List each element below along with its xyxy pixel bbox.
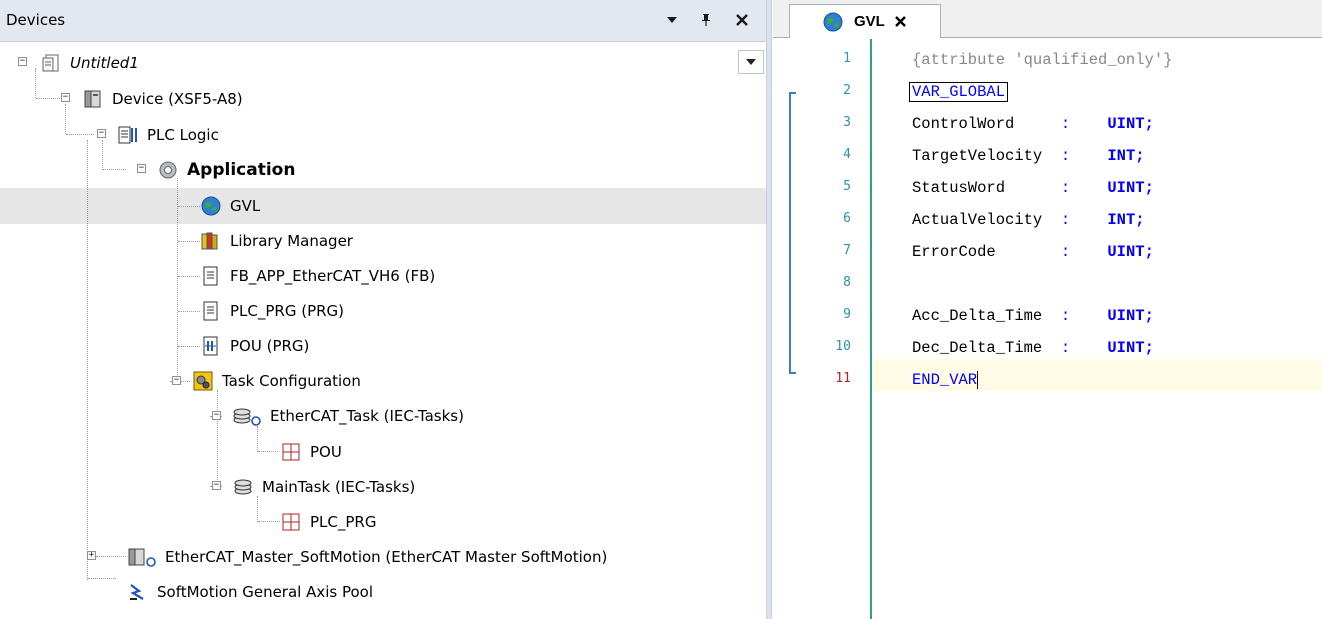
tree-node-plc-prg[interactable]: PLC_PRG (PRG) [200, 296, 344, 326]
tab-gvl[interactable]: GVL [789, 4, 941, 38]
code-editor[interactable]: {attribute 'qualified_only'} VAR_GLOBAL … [873, 39, 1322, 619]
panel-dropdown-button[interactable] [660, 8, 684, 32]
line-number: 1 [843, 51, 851, 66]
collapse-toggle-untitled[interactable]: − [18, 57, 27, 66]
expand-toggle-ethercat-master[interactable]: + [87, 551, 96, 560]
collapse-toggle-plc-logic[interactable]: − [97, 129, 106, 138]
device-icon [84, 90, 101, 108]
collapse-toggle-application[interactable]: − [137, 164, 146, 173]
line-number: 4 [843, 147, 851, 162]
line-number: 9 [843, 307, 851, 322]
editor-tab-strip: GVL [773, 0, 1322, 38]
pin-icon [702, 14, 710, 26]
code-line-10: Dec_Delta_Time : UINT; [912, 339, 1154, 357]
library-icon [201, 232, 218, 250]
editor-panel: GVL 1 2 3 4 5 6 7 8 9 10 11 {attribute '… [773, 0, 1322, 619]
tree-node-ethercat-task-pou[interactable]: POU [280, 437, 342, 467]
line-number: 10 [835, 339, 851, 354]
globe-icon [823, 12, 843, 31]
code-line-2: VAR_GLOBAL [909, 76, 1009, 108]
code-line-6: ActualVelocity : INT; [912, 211, 1145, 229]
panel-splitter[interactable] [766, 0, 772, 619]
line-number: 3 [843, 115, 851, 130]
code-line-4: TargetVelocity : INT; [912, 147, 1145, 165]
tree-node-pou[interactable]: POU (PRG) [200, 331, 309, 361]
chevron-down-icon [746, 59, 756, 65]
tree-node-plc-logic[interactable]: PLC Logic [117, 120, 219, 150]
document-icon [203, 266, 218, 286]
ethercat-master-icon [128, 548, 156, 567]
ladder-pou-icon [203, 336, 218, 356]
program-call-icon [282, 513, 300, 531]
line-number: 5 [843, 179, 851, 194]
collapse-toggle-ethercat-task[interactable]: − [212, 411, 221, 420]
tree-node-device[interactable]: Device (XSF5-A8) [82, 84, 243, 114]
tree-node-axis-pool[interactable]: SoftMotion General Axis Pool [127, 577, 373, 607]
gutter-divider [870, 39, 872, 619]
gear-icon [159, 161, 177, 179]
collapse-toggle-task-config[interactable]: − [172, 376, 181, 385]
tree-node-fb-app[interactable]: FB_APP_EtherCAT_VH6 (FB) [200, 261, 435, 291]
code-line-7: ErrorCode : UINT; [912, 243, 1154, 261]
keyword-end-var: END_VAR [912, 371, 978, 389]
line-number: 6 [843, 211, 851, 226]
tree-node-task-config[interactable]: Task Configuration [192, 366, 361, 396]
devices-panel-title: Devices [6, 11, 66, 29]
collapse-toggle-device[interactable]: − [61, 93, 70, 102]
keyword-var-global: VAR_GLOBAL [909, 82, 1009, 102]
devices-panel: Devices − − − − − − − + Untitled1 Device… [0, 0, 768, 619]
axis-pool-icon [130, 584, 144, 600]
devices-panel-header: Devices [0, 0, 768, 42]
code-fold-bracket[interactable] [789, 92, 796, 374]
panel-pin-button[interactable] [694, 8, 718, 32]
tree-node-untitled[interactable]: Untitled1 [40, 48, 139, 78]
tree-node-library-manager[interactable]: Library Manager [200, 226, 353, 256]
code-line-9: Acc_Delta_Time : UINT; [912, 307, 1154, 325]
tab-close-button[interactable] [894, 12, 906, 31]
collapse-toggle-main-task[interactable]: − [212, 481, 221, 490]
close-icon [736, 14, 748, 26]
tree-node-application[interactable]: Application [157, 155, 295, 185]
tree-node-main-task-plc-prg[interactable]: PLC_PRG [280, 507, 376, 537]
tree-node-ethercat-master[interactable]: EtherCAT_Master_SoftMotion (EtherCAT Mas… [127, 542, 607, 572]
code-line-5: StatusWord : UINT; [912, 179, 1154, 197]
tree-node-main-task[interactable]: MainTask (IEC-Tasks) [232, 472, 415, 502]
chevron-down-icon [667, 17, 677, 23]
line-number-active: 11 [835, 371, 851, 386]
program-call-icon [282, 443, 300, 461]
task-config-icon [193, 371, 213, 391]
code-line-3: ControlWord : UINT; [912, 115, 1154, 133]
tree-node-ethercat-task[interactable]: EtherCAT_Task (IEC-Tasks) [232, 401, 464, 431]
text-caret [977, 370, 979, 389]
line-number: 7 [843, 243, 851, 258]
panel-close-button[interactable] [730, 8, 754, 32]
plc-logic-icon [118, 126, 137, 144]
task-stack-sync-icon [233, 408, 261, 426]
code-line-1: {attribute 'qualified_only'} [912, 51, 1173, 69]
code-line-11: END_VAR [912, 364, 979, 396]
line-number: 2 [843, 83, 851, 98]
tab-gvl-label: GVL [854, 13, 885, 30]
tree-view-dropdown[interactable] [738, 50, 764, 74]
line-number: 8 [843, 275, 851, 290]
document-icon [203, 301, 218, 321]
tree-node-gvl[interactable]: GVL [200, 191, 260, 221]
selected-row-highlight [0, 188, 766, 224]
globe-icon [201, 196, 221, 216]
project-icon [42, 54, 59, 72]
task-stack-icon [234, 479, 252, 495]
close-icon [894, 16, 906, 27]
